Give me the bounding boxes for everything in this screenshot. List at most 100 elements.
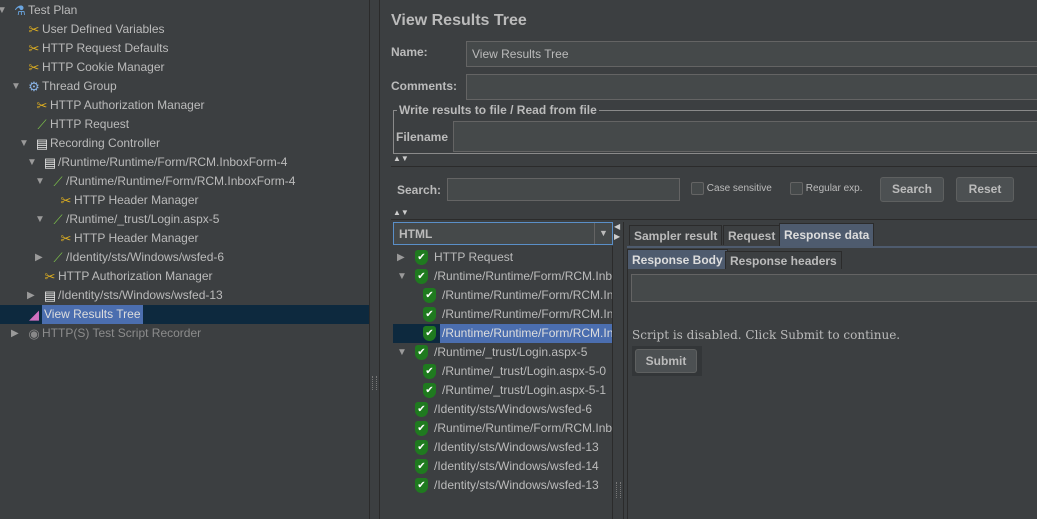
divider-grip-icon[interactable]: [616, 482, 621, 498]
expanded-arrow-icon[interactable]: ▼: [0, 1, 7, 20]
result-item[interactable]: ✔ /Runtime/_trust/Login.aspx-5-1: [393, 381, 612, 400]
filename-label: Filename: [396, 130, 449, 144]
wrench-icon: ✂: [28, 22, 40, 37]
results-tree[interactable]: ▶ ✔ HTTP Request ▼ ✔ /Runtime/Runtime/Form/RC…: [393, 246, 613, 519]
reset-button[interactable]: Reset: [956, 177, 1014, 202]
tree-item[interactable]: ⟋ HTTP Request: [0, 115, 369, 134]
filename-input[interactable]: [453, 121, 1037, 152]
tree-item[interactable]: ▼ ▤/Runtime/Runtime/Form/RCM.InboxForm-4: [0, 153, 369, 172]
tree-item[interactable]: ▶ ⟋/Identity/sts/Windows/wsfed-6: [0, 248, 369, 267]
success-shield-icon: ✔: [423, 383, 436, 398]
collapse-arrows-icon[interactable]: ▲▼: [393, 154, 409, 163]
tree-item[interactable]: ✂ HTTP Authorization Manager: [0, 267, 369, 286]
expanded-arrow-icon[interactable]: ▼: [397, 343, 407, 362]
expanded-arrow-icon[interactable]: ▼: [397, 267, 407, 286]
expanded-arrow-icon[interactable]: ▼: [27, 153, 37, 172]
tree-item-label: Thread Group: [42, 79, 117, 93]
tab-response-headers[interactable]: Response headers: [725, 251, 842, 269]
tree-item-label: HTTP Cookie Manager: [42, 60, 165, 74]
wrench-icon: ✂: [36, 98, 48, 113]
tree-item[interactable]: ✂ HTTP Cookie Manager: [0, 58, 369, 77]
tree-item[interactable]: ▼ ⚙ Thread Group: [0, 77, 369, 96]
success-shield-icon: ✔: [423, 307, 436, 322]
result-item[interactable]: ✔ /Runtime/Runtime/Form/RCM.InboxForm-4-2: [393, 324, 612, 343]
result-item[interactable]: ✔ /Runtime/Runtime/Form/RCM.InboxForm-4-0: [393, 286, 612, 305]
expanded-arrow-icon[interactable]: ▼: [11, 77, 21, 96]
tree-item-label: User Defined Variables: [42, 22, 165, 36]
result-item-label: /Identity/sts/Windows/wsfed-6: [434, 402, 593, 416]
collapsed-arrow-icon[interactable]: ▶: [35, 248, 43, 267]
collapsed-arrow-icon[interactable]: ▶: [397, 248, 405, 267]
result-item-label: /Runtime/Runtime/Form/RCM.InboxForm-4-2: [440, 324, 612, 343]
result-item[interactable]: ▼ ✔ /Runtime/Runtime/Form/RCM.InboxForm-4: [393, 267, 612, 286]
tree-item[interactable]: ✂ HTTP Request Defaults: [0, 39, 369, 58]
expanded-arrow-icon[interactable]: ▼: [19, 134, 29, 153]
tree-item[interactable]: ▼ ▤ Recording Controller: [0, 134, 369, 153]
script-disabled-message: Script is disabled. Click Submit to cont…: [632, 328, 901, 342]
success-shield-icon: ✔: [415, 459, 428, 474]
result-item[interactable]: ▶ ✔ HTTP Request: [393, 248, 612, 267]
tab-request[interactable]: Request: [723, 225, 781, 245]
view-results-tree-panel: View Results Tree Name: View Results Tre…: [381, 0, 1037, 519]
chevron-down-icon[interactable]: ▼: [594, 223, 612, 244]
search-button[interactable]: Search: [880, 177, 944, 202]
success-shield-icon: ✔: [415, 440, 428, 455]
tree-item[interactable]: ✂ HTTP Authorization Manager: [0, 96, 369, 115]
result-item[interactable]: ✔ /Runtime/_trust/Login.aspx-5-0: [393, 362, 612, 381]
tab-response-data[interactable]: Response data: [779, 223, 875, 246]
case-sensitive-checkbox[interactable]: Case sensitive: [691, 182, 772, 195]
tree-item-label: HTTP Header Manager: [74, 193, 199, 207]
renderer-value: HTML: [399, 227, 433, 241]
result-detail-pane: Sampler result Request Response data Res…: [627, 222, 1037, 519]
result-item-label: /Identity/sts/Windows/wsfed-13: [434, 478, 599, 492]
tree-item[interactable]: ▼ ⚗ Test Plan: [0, 1, 369, 20]
tree-item[interactable]: ▶ ▤/Identity/sts/Windows/wsfed-13: [0, 286, 369, 305]
result-item[interactable]: ✔ /Identity/sts/Windows/wsfed-13: [393, 476, 612, 495]
result-item[interactable]: ▼ ✔ /Runtime/_trust/Login.aspx-5: [393, 343, 612, 362]
tree-item[interactable]: ✂ HTTP Header Manager: [0, 191, 369, 210]
result-item[interactable]: ✔ /Runtime/Runtime/Form/RCM.InboxForm-4-1: [393, 305, 612, 324]
result-item-label: /Identity/sts/Windows/wsfed-13: [434, 440, 599, 454]
controller-icon: ▤: [43, 155, 57, 170]
pipette-icon: ⟋: [53, 212, 63, 227]
result-item[interactable]: ✔ /Identity/sts/Windows/wsfed-14: [393, 457, 612, 476]
response-toolbar-field[interactable]: [631, 274, 1037, 302]
split-pane-divider[interactable]: [370, 0, 380, 519]
tree-item-label: HTTP Authorization Manager: [50, 98, 205, 112]
renderer-select[interactable]: HTML ▼: [393, 222, 613, 245]
comments-input[interactable]: [466, 74, 1037, 100]
page-title: View Results Tree: [391, 12, 527, 29]
tree-item[interactable]: ▶ ◉ HTTP(S) Test Script Recorder: [0, 324, 369, 343]
collapsed-arrow-icon[interactable]: ▶: [11, 324, 19, 343]
collapsed-arrow-icon[interactable]: ▶: [27, 286, 35, 305]
divider: [391, 219, 1037, 220]
result-item-label: /Runtime/_trust/Login.aspx-5-0: [442, 364, 607, 378]
result-item[interactable]: ✔ /Identity/sts/Windows/wsfed-13: [393, 438, 612, 457]
tree-item-label: View Results Tree: [42, 305, 143, 324]
test-plan-tree[interactable]: ▼ ⚗ Test Plan ✂ User Defined Variables ✂ HTTP …: [0, 0, 370, 519]
tab-response-body[interactable]: Response Body: [627, 249, 728, 269]
name-input[interactable]: View Results Tree: [466, 41, 1037, 67]
collapse-arrows-icon[interactable]: ▲▼: [393, 208, 409, 217]
tree-item[interactable]: ✂ User Defined Variables: [0, 20, 369, 39]
wrench-icon: ✂: [44, 269, 56, 284]
success-shield-icon: ✔: [415, 345, 428, 360]
tree-item[interactable]: ▼ ⟋/Runtime/_trust/Login.aspx-5: [0, 210, 369, 229]
divider-grip-icon[interactable]: [372, 376, 377, 390]
tree-item[interactable]: ▼ ⟋/Runtime/Runtime/Form/RCM.InboxForm-4: [0, 172, 369, 191]
expanded-arrow-icon[interactable]: ▼: [35, 210, 45, 229]
tree-item[interactable]: ✂ HTTP Header Manager: [0, 229, 369, 248]
search-input[interactable]: [447, 178, 680, 201]
results-split-divider[interactable]: ◀ ▶: [614, 222, 624, 519]
expanded-arrow-icon[interactable]: ▼: [35, 172, 45, 191]
tree-item-label: HTTP Header Manager: [74, 231, 199, 245]
tab-sampler-result[interactable]: Sampler result: [629, 225, 723, 245]
submit-button[interactable]: Submit: [635, 349, 697, 373]
result-item[interactable]: ✔ /Identity/sts/Windows/wsfed-6: [393, 400, 612, 419]
regex-checkbox[interactable]: Regular exp.: [790, 182, 862, 195]
result-item[interactable]: ✔ /Runtime/Runtime/Form/RCM.InboxForm-4: [393, 419, 612, 438]
controller-icon: ▤: [43, 288, 57, 303]
tree-item[interactable]: ◢ View Results Tree: [0, 305, 369, 324]
success-shield-icon: ✔: [415, 269, 428, 284]
gear-icon: ⚙: [28, 79, 40, 94]
